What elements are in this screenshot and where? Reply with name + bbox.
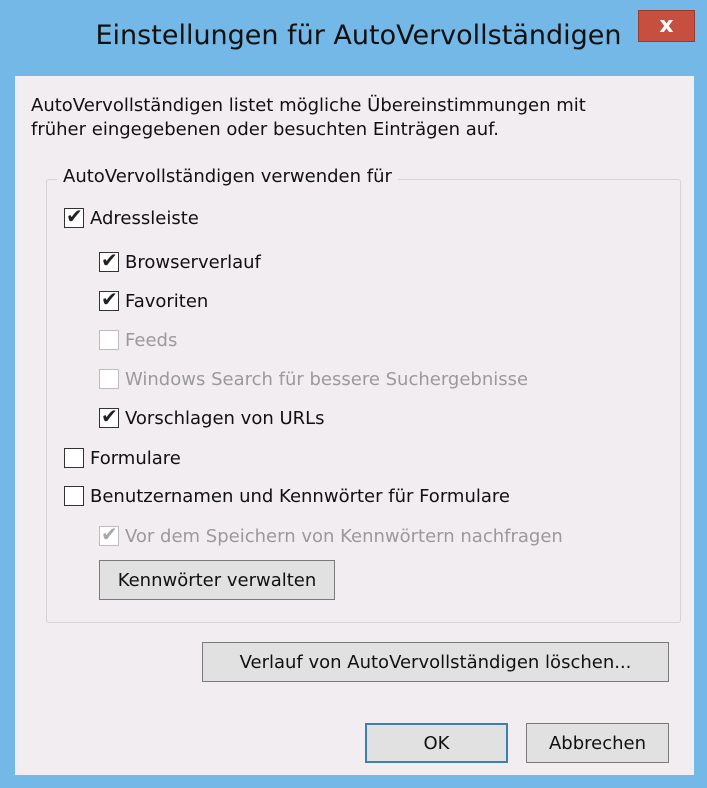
title-bar[interactable]: Einstellungen für AutoVervollständigen x [0,0,707,76]
favorites-label: Favoriten [125,290,209,312]
autocomplete-group: AutoVervollständigen verwenden für ✔ Adr… [46,166,681,623]
feeds-checkbox [99,330,119,350]
windows-search-label: Windows Search für bessere Suchergebniss… [125,368,529,390]
checkmark-icon: ✔ [101,248,118,272]
checkmark-icon: ✔ [101,404,118,428]
checkbox-row-feeds: Feeds [99,327,177,353]
feeds-label: Feeds [125,329,178,351]
checkbox-row-windows-search: Windows Search für bessere Suchergebniss… [99,366,528,392]
browser-history-label: Browserverlauf [125,251,261,273]
address-bar-checkbox[interactable]: ✔ [64,204,84,228]
windows-search-checkbox [99,369,119,389]
checkbox-row-usernames-passwords[interactable]: Benutzernamen und Kennwörter für Formula… [64,483,510,509]
description-line-2: früher eingegebenen oder besuchten Eintr… [31,119,499,140]
ask-before-saving-label: Vor dem Speichern von Kennwörtern nachfr… [125,525,563,547]
checkmark-icon: ✔ [66,204,83,228]
checkbox-row-suggest-urls[interactable]: ✔ Vorschlagen von URLs [99,404,325,431]
cancel-button[interactable]: Abbrechen [526,723,669,763]
ask-before-saving-checkbox: ✔ [99,522,119,546]
description-line-1: AutoVervollständigen listet mögliche Übe… [31,95,586,116]
checkbox-row-address-bar[interactable]: ✔ Adressleiste [64,204,199,231]
suggest-urls-checkbox[interactable]: ✔ [99,404,119,428]
dialog-title: Einstellungen für AutoVervollständigen [95,20,622,51]
checkbox-row-ask-before-saving: ✔ Vor dem Speichern von Kennwörtern nach… [99,522,563,549]
usernames-passwords-label: Benutzernamen und Kennwörter für Formula… [90,485,510,507]
checkbox-row-favorites[interactable]: ✔ Favoriten [99,287,209,314]
manage-passwords-button[interactable]: Kennwörter verwalten [99,560,335,600]
suggest-urls-label: Vorschlagen von URLs [125,407,325,429]
group-legend: AutoVervollständigen verwenden für [57,166,398,187]
close-button[interactable]: x [638,10,695,42]
forms-label: Formulare [90,447,181,469]
address-bar-label: Adressleiste [90,207,199,229]
browser-history-checkbox[interactable]: ✔ [99,248,119,272]
dialog-client-area: AutoVervollständigen listet mögliche Übe… [15,76,694,775]
clear-history-button[interactable]: Verlauf von AutoVervollständigen löschen… [202,642,669,682]
dialog-window: Einstellungen für AutoVervollständigen x… [0,0,707,788]
checkbox-row-forms[interactable]: Formulare [64,445,181,471]
checkmark-icon: ✔ [101,522,118,546]
ok-button[interactable]: OK [365,723,508,763]
forms-checkbox[interactable] [64,448,84,468]
checkmark-icon: ✔ [101,287,118,311]
description-text: AutoVervollständigen listet mögliche Übe… [31,94,671,142]
checkbox-row-browser-history[interactable]: ✔ Browserverlauf [99,248,261,275]
usernames-passwords-checkbox[interactable] [64,486,84,506]
favorites-checkbox[interactable]: ✔ [99,287,119,311]
